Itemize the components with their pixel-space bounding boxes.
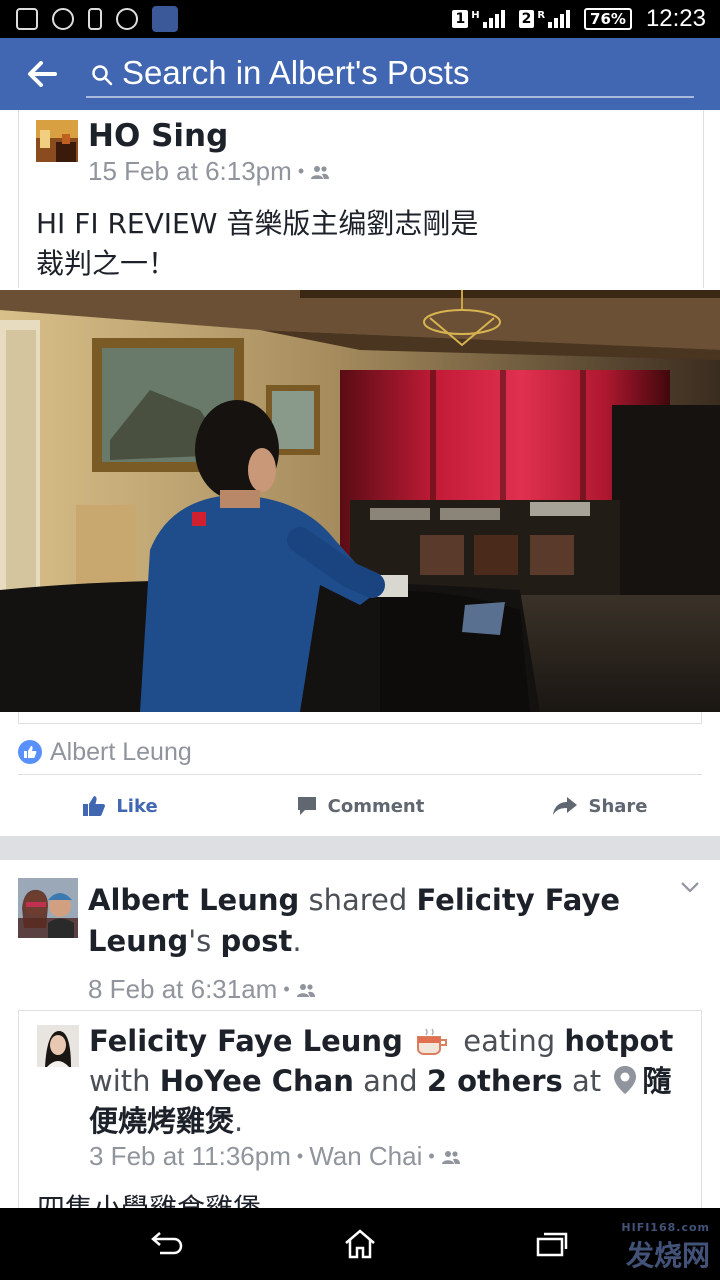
coffee-cup-icon	[417, 1028, 448, 1055]
inner-post-meta: 3 Feb at 11:36pm • Wan Chai •	[89, 1141, 461, 1172]
meta-separator: •	[296, 1146, 304, 1166]
like-label: Like	[116, 795, 158, 817]
inner-post-location[interactable]: Wan Chai	[309, 1141, 422, 1172]
back-button[interactable]	[22, 56, 62, 92]
post-author-name[interactable]: HO Sing	[88, 118, 228, 154]
sharer-avatar[interactable]	[18, 878, 78, 938]
inner-post-text: 四隻小學雞食雞煲	[37, 1187, 261, 1208]
sim1-signal: 1 H	[452, 10, 505, 28]
post-text-line: 裁判之一！	[36, 247, 177, 280]
meta-separator: •	[297, 161, 305, 181]
at-word: at	[572, 1064, 602, 1098]
inner-post-timestamp[interactable]: 3 Feb at 11:36pm	[89, 1141, 291, 1172]
post-meta: 15 Feb at 6:13pm •	[88, 156, 330, 187]
and-word: and	[363, 1064, 418, 1098]
shared-content-card[interactable]: Felicity Faye Leung eating hotpot with H…	[18, 1010, 702, 1208]
post-timestamp[interactable]: 15 Feb at 6:13pm	[88, 156, 292, 187]
living-room-photo	[0, 290, 720, 712]
possessive: 's	[188, 924, 212, 958]
post-photo[interactable]	[0, 290, 720, 712]
home-icon	[345, 1229, 375, 1259]
signal-bars-icon	[548, 10, 571, 28]
avatar-image	[36, 120, 78, 162]
system-indicators: 1 H 2 R 76% 12:23	[452, 5, 706, 33]
friends-audience-icon[interactable]	[441, 1149, 461, 1165]
share-button[interactable]: Share	[480, 796, 720, 817]
search-placeholder: Search in Albert's Posts	[122, 54, 470, 91]
like-button[interactable]: Like	[0, 795, 240, 817]
meta-separator: •	[428, 1146, 435, 1166]
sim1-network-type: H	[471, 10, 480, 21]
post-actions: Like Comment Share	[0, 776, 720, 836]
sharer-name[interactable]: Albert Leung	[88, 883, 299, 917]
system-navigation-bar: HIFI168.com 发烧网	[0, 1208, 720, 1280]
post-timestamp[interactable]: 8 Feb at 6:31am	[88, 974, 277, 1005]
activity-verb: eating	[463, 1024, 556, 1058]
original-author-name[interactable]: Felicity Faye Leung	[89, 1024, 403, 1058]
location-pin-icon	[614, 1066, 637, 1094]
comment-button[interactable]: Comment	[240, 795, 480, 817]
comment-label: Comment	[327, 795, 425, 817]
back-nav-button[interactable]	[136, 1226, 196, 1262]
clock: 12:23	[645, 5, 706, 32]
back-arrow-icon	[28, 61, 57, 87]
back-nav-icon	[151, 1232, 183, 1255]
usb-icon	[88, 8, 102, 30]
liker-name[interactable]: Albert Leung	[50, 738, 192, 767]
whatsapp-icon	[116, 8, 138, 30]
signal-bars-icon	[482, 10, 505, 28]
friends-audience-icon[interactable]	[310, 164, 330, 180]
sim2-network-type: R	[537, 10, 546, 21]
with-word: with	[89, 1064, 151, 1098]
search-icon	[92, 65, 113, 86]
period: .	[234, 1104, 244, 1138]
friends-audience-icon[interactable]	[296, 982, 316, 998]
tagged-friend[interactable]: HoYee Chan	[160, 1064, 354, 1098]
original-author-avatar[interactable]	[37, 1025, 79, 1067]
battery-indicator: 76%	[584, 8, 632, 30]
thumbs-up-icon	[83, 796, 106, 816]
meta-separator: •	[283, 979, 290, 999]
activity-object[interactable]: hotpot	[564, 1024, 673, 1058]
author-avatar[interactable]	[36, 120, 78, 162]
share-headline: Albert Leung shared Felicity Faye Leung'…	[88, 880, 688, 962]
facebook-app-icon	[152, 6, 178, 32]
share-label: Share	[588, 795, 648, 817]
like-reaction-icon	[18, 740, 42, 764]
shared-post: Albert Leung shared Felicity Faye Leung '…	[0, 860, 720, 1208]
sim2-label: 2	[518, 10, 535, 28]
search-input[interactable]: Search in Albert's Posts	[86, 50, 694, 98]
reactions-summary[interactable]: Albert Leung	[18, 730, 702, 775]
watermark-text: 发烧网	[625, 1239, 710, 1272]
search-header: Search in Albert's Posts	[0, 38, 720, 110]
home-nav-button[interactable]	[330, 1226, 390, 1262]
feed-divider	[0, 836, 720, 860]
share-arrow-icon	[553, 797, 578, 815]
sim1-label: 1	[452, 10, 469, 28]
post-text-line: HI FI REVIEW 音樂版主编劉志剛是	[36, 207, 479, 240]
original-post-link[interactable]: post	[221, 924, 293, 958]
activity-headline: Felicity Faye Leung eating hotpot with H…	[89, 1021, 689, 1141]
period: .	[292, 924, 302, 958]
recent-apps-button[interactable]	[522, 1226, 582, 1262]
news-feed[interactable]: HO Sing 15 Feb at 6:13pm • HI FI REVIEW …	[0, 110, 720, 1208]
avatar-image	[37, 1025, 79, 1067]
photo-frame	[18, 712, 702, 724]
notification-icons	[16, 6, 178, 32]
recent-apps-icon	[536, 1232, 568, 1257]
status-bar: 1 H 2 R 76% 12:23	[0, 0, 720, 38]
avatar-image	[18, 878, 78, 938]
shared-word: shared	[308, 883, 408, 917]
tagged-others-link[interactable]: 2 others	[427, 1064, 563, 1098]
screenshot-icon	[16, 8, 38, 30]
watermark-logo: HIFI168.com 发烧网	[621, 1221, 710, 1274]
sim2-signal: 2 R	[518, 10, 571, 28]
watermark-site: HIFI168.com	[621, 1221, 710, 1234]
comment-icon	[297, 797, 316, 815]
messenger-icon	[52, 8, 74, 30]
post-meta: 8 Feb at 6:31am •	[88, 974, 316, 1005]
inner-post-text-preview: 四隻小學雞食雞煲	[37, 1192, 261, 1208]
post-text: HI FI REVIEW 音樂版主编劉志剛是 裁判之一！	[36, 204, 676, 284]
